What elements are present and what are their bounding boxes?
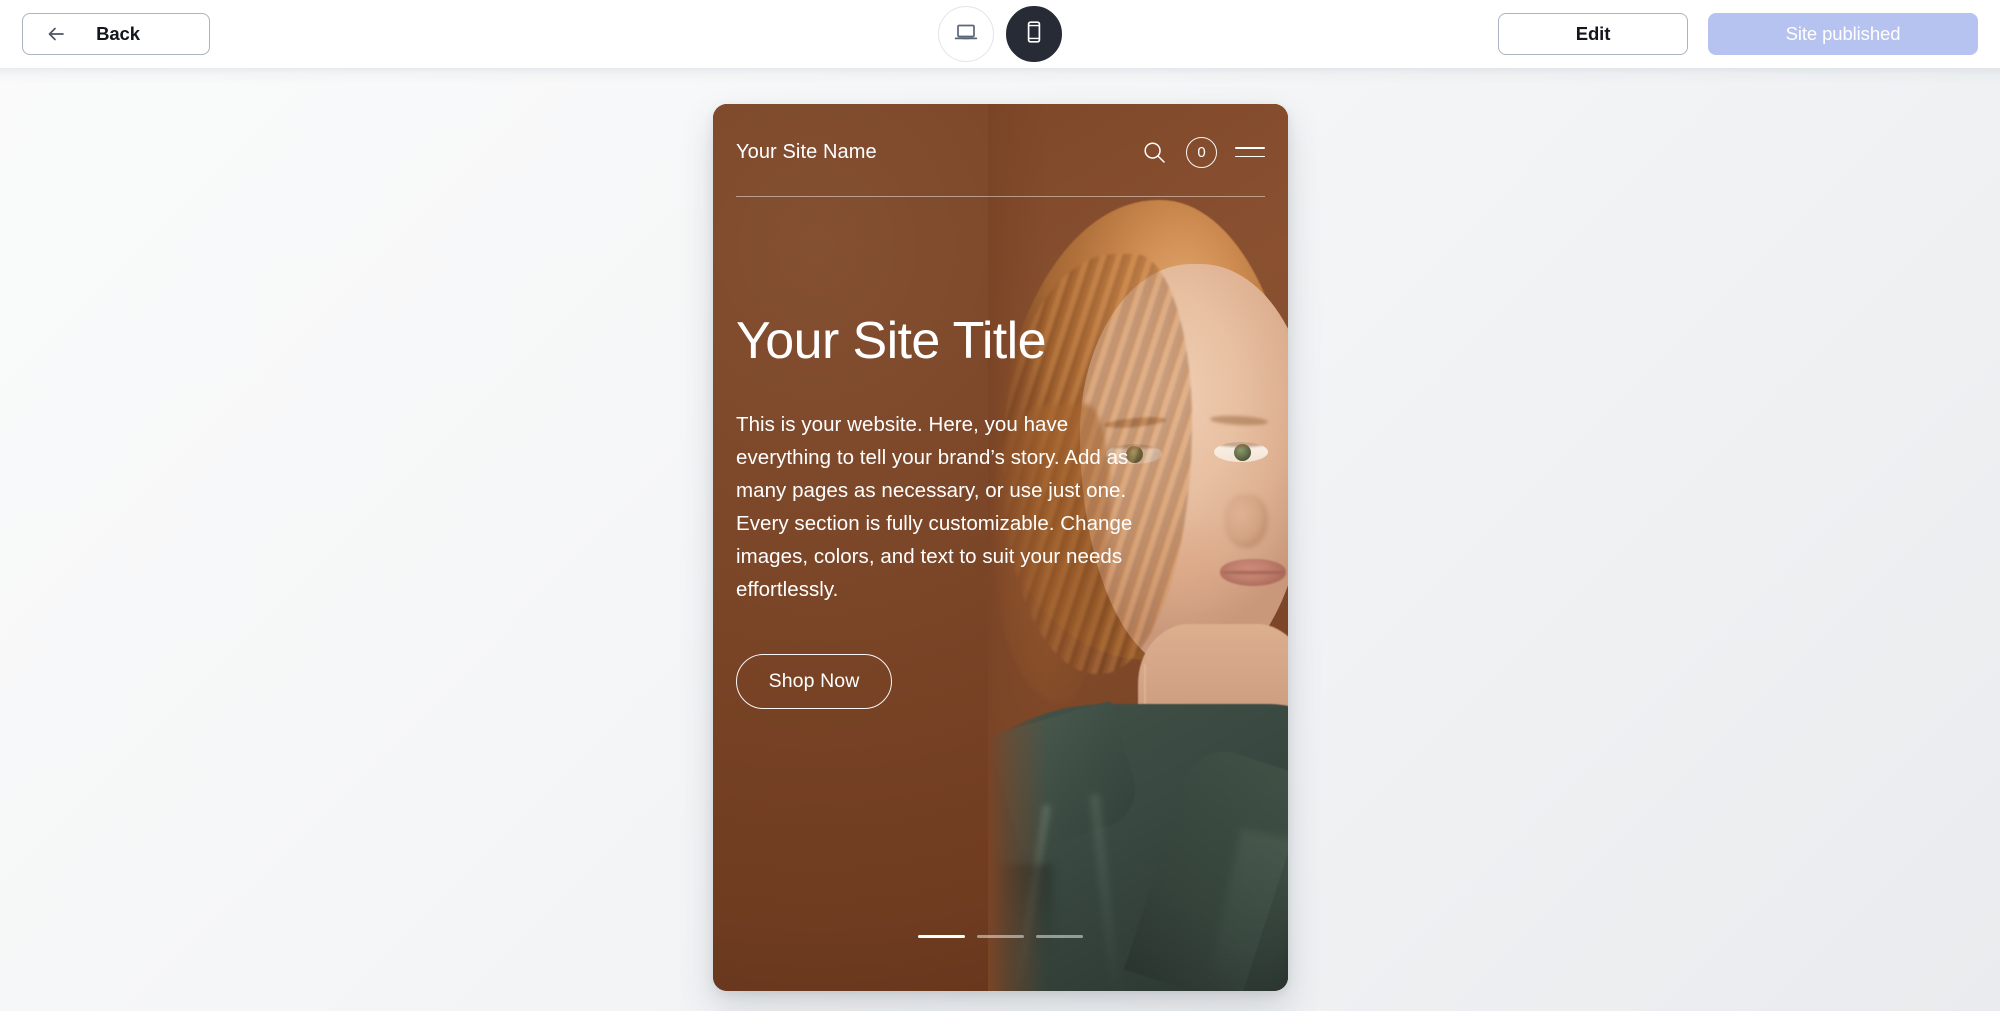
hamburger-menu-icon[interactable] bbox=[1235, 143, 1265, 161]
device-toggle-group bbox=[938, 6, 1062, 62]
portrait-eye-right bbox=[1214, 442, 1268, 462]
portrait-nose bbox=[1224, 494, 1268, 548]
carousel-indicators bbox=[713, 935, 1288, 938]
smartphone-icon bbox=[1021, 19, 1047, 50]
carousel-indicator-2[interactable] bbox=[977, 935, 1024, 938]
carousel-indicator-3[interactable] bbox=[1036, 935, 1083, 938]
site-name: Your Site Name bbox=[736, 140, 877, 163]
arrow-left-icon bbox=[45, 23, 67, 45]
hamburger-line-1 bbox=[1235, 146, 1265, 149]
hero-body-text: This is your website. Here, you have eve… bbox=[736, 412, 1133, 601]
search-icon[interactable] bbox=[1141, 139, 1168, 166]
laptop-icon bbox=[953, 19, 979, 50]
site-header-divider bbox=[736, 196, 1265, 197]
site-published-button[interactable]: Site published bbox=[1708, 13, 1978, 55]
mobile-preview-frame: Your Site Name 0 Your Site Title This is… bbox=[713, 104, 1288, 991]
site-preview-app: Back Edit Site published Your Site Name … bbox=[0, 0, 2000, 1011]
preview-stage: Your Site Name 0 Your Site Title This is… bbox=[0, 68, 2000, 1011]
hero-title: Your Site Title bbox=[736, 312, 1047, 370]
shop-now-button[interactable]: Shop Now bbox=[736, 653, 892, 709]
top-toolbar: Back Edit Site published bbox=[0, 0, 2000, 68]
site-header-actions: 0 bbox=[1141, 136, 1265, 168]
carousel-indicator-1[interactable] bbox=[918, 935, 965, 938]
portrait-lip-line bbox=[1222, 571, 1284, 574]
device-toggle-desktop[interactable] bbox=[938, 6, 994, 62]
hero-content: Your Site Title This is your website. He… bbox=[736, 314, 1196, 709]
jacket-fold-c bbox=[993, 864, 1053, 991]
hero-section: Your Site Name 0 Your Site Title This is… bbox=[713, 104, 1288, 991]
back-button-label: Back bbox=[96, 23, 140, 44]
device-toggle-mobile[interactable] bbox=[1006, 6, 1062, 62]
edit-button[interactable]: Edit bbox=[1498, 13, 1688, 55]
back-button[interactable]: Back bbox=[22, 13, 210, 55]
site-header: Your Site Name 0 bbox=[713, 104, 1288, 200]
cart-count-badge[interactable]: 0 bbox=[1186, 136, 1217, 168]
portrait-lid-right bbox=[1214, 442, 1268, 447]
hamburger-line-2 bbox=[1235, 155, 1265, 158]
